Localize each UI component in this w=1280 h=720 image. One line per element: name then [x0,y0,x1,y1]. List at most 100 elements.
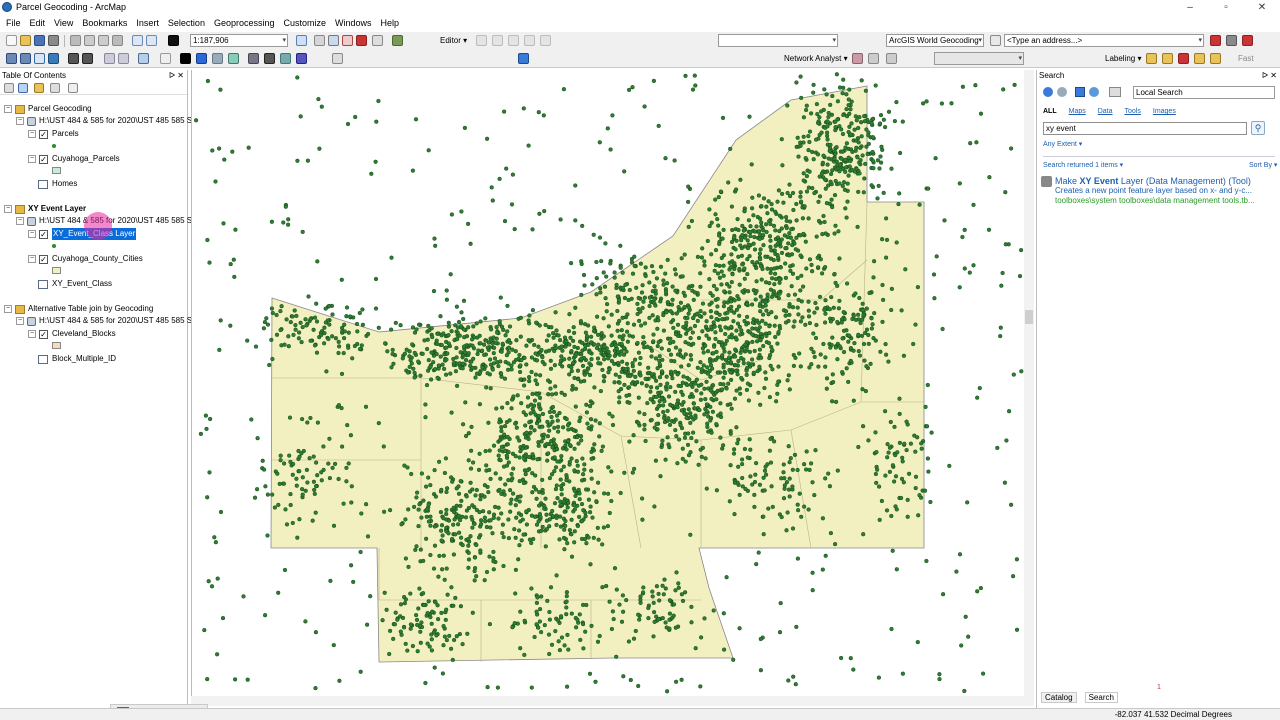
event-point[interactable] [826,156,831,161]
event-point[interactable] [735,217,740,222]
event-point[interactable] [389,255,394,260]
event-point[interactable] [634,285,639,290]
event-point[interactable] [541,436,546,441]
event-point[interactable] [655,366,660,371]
collapse-icon[interactable]: − [28,330,36,338]
event-point[interactable] [505,442,510,447]
event-point[interactable] [278,453,283,458]
event-point[interactable] [449,646,454,651]
event-point[interactable] [674,402,679,407]
event-point[interactable] [897,411,902,416]
event-point[interactable] [453,369,458,374]
search-icon[interactable]: ⚲ [1251,121,1265,135]
event-point[interactable] [458,350,463,355]
event-point[interactable] [885,455,890,460]
event-point[interactable] [486,420,491,425]
event-point[interactable] [648,385,654,390]
event-point[interactable] [538,407,543,412]
event-point[interactable] [233,677,238,682]
toc-window-icon[interactable] [328,35,339,46]
search-results-count[interactable]: Search returned 1 items ▾ [1043,161,1123,169]
event-point[interactable] [795,502,800,507]
event-point[interactable] [449,329,454,334]
event-point[interactable] [627,439,632,444]
event-point[interactable] [642,412,647,417]
event-point[interactable] [389,365,394,370]
event-point[interactable] [460,361,465,366]
event-point[interactable] [497,438,502,443]
event-point[interactable] [661,592,666,597]
event-point[interactable] [664,310,669,315]
event-point[interactable] [337,344,342,349]
event-point[interactable] [729,239,735,245]
event-point[interactable] [808,461,814,466]
event-point[interactable] [1003,242,1008,247]
event-point[interactable] [602,352,607,357]
event-point[interactable] [589,468,594,473]
event-point[interactable] [631,636,637,641]
event-point[interactable] [572,468,577,473]
clear-selection-icon[interactable] [160,53,171,64]
event-point[interactable] [783,215,789,220]
vertex-tool-icon[interactable] [540,35,551,46]
layer-visibility-checkbox[interactable]: ✓ [39,229,48,239]
event-point[interactable] [701,363,706,368]
event-point[interactable] [893,474,899,479]
event-point[interactable] [565,632,570,637]
event-point[interactable] [666,416,671,421]
event-point[interactable] [661,328,666,333]
event-point[interactable] [513,421,518,426]
event-point[interactable] [609,626,614,632]
event-point[interactable] [675,322,681,327]
event-point[interactable] [853,317,859,322]
event-point[interactable] [790,526,796,531]
event-point[interactable] [230,149,235,154]
event-point[interactable] [559,483,564,489]
event-point[interactable] [690,430,696,435]
event-point[interactable] [763,222,769,227]
event-point[interactable] [923,404,928,409]
event-point[interactable] [416,359,421,364]
event-point[interactable] [713,248,719,253]
event-point[interactable] [402,594,407,600]
event-point[interactable] [859,134,864,139]
event-point[interactable] [440,533,445,538]
event-point[interactable] [750,326,755,331]
event-point[interactable] [671,325,676,330]
event-point[interactable] [668,352,674,357]
event-point[interactable] [509,471,514,477]
event-point[interactable] [283,507,288,512]
event-point[interactable] [351,579,356,584]
event-point[interactable] [817,174,822,179]
event-point[interactable] [452,517,457,522]
event-point[interactable] [612,566,618,571]
event-point[interactable] [739,253,744,258]
event-point[interactable] [572,375,577,381]
event-point[interactable] [761,233,766,238]
event-point[interactable] [468,241,473,246]
event-point[interactable] [461,298,467,303]
event-point[interactable] [431,360,436,365]
event-point[interactable] [460,542,465,548]
event-point[interactable] [609,358,614,364]
event-point[interactable] [446,531,451,536]
event-point[interactable] [589,623,594,628]
event-point[interactable] [470,337,475,342]
event-point[interactable] [856,140,861,145]
event-point[interactable] [750,339,755,344]
event-point[interactable] [998,325,1003,330]
event-point[interactable] [820,567,825,572]
event-point[interactable] [557,537,562,542]
event-point[interactable] [435,331,441,336]
event-point[interactable] [834,72,839,77]
event-point[interactable] [761,228,766,233]
event-point[interactable] [886,109,892,114]
event-point[interactable] [733,187,739,192]
event-point[interactable] [565,423,571,428]
event-point[interactable] [686,341,691,346]
event-point[interactable] [832,231,837,236]
event-point[interactable] [686,224,691,229]
event-point[interactable] [806,314,812,319]
event-point[interactable] [442,634,447,639]
event-point[interactable] [565,505,570,510]
